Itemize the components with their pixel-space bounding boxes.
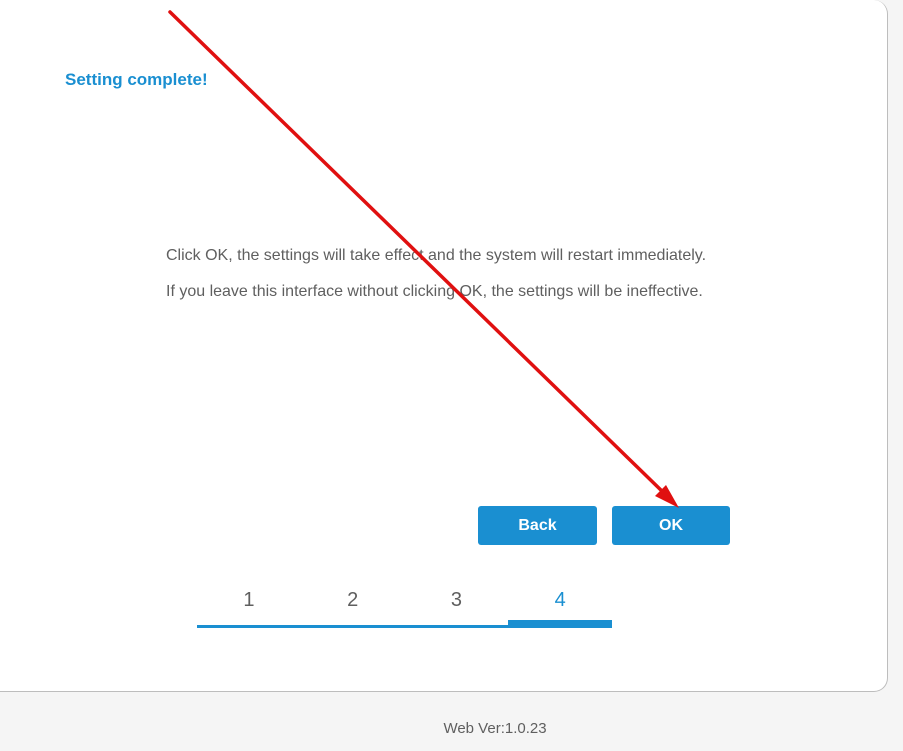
step-4-current: 4 <box>554 589 566 611</box>
step-3: 3 <box>450 589 462 611</box>
page-title: Setting complete! <box>65 70 208 89</box>
message-paragraph-warning: If you leave this interface without clic… <box>166 283 703 300</box>
setup-wizard-page: Setting complete! Click OK, the settings… <box>0 0 903 751</box>
back-button[interactable]: Back <box>478 506 597 545</box>
ok-button[interactable]: OK <box>612 506 730 545</box>
step-2: 2 <box>347 589 359 611</box>
message-paragraph-restart: Click OK, the settings will take effect … <box>166 247 707 264</box>
step-1: 1 <box>243 589 255 611</box>
completion-message: Click OK, the settings will take effect … <box>166 246 726 318</box>
stepper-active-indicator <box>508 620 612 628</box>
wizard-card: Setting complete! Click OK, the settings… <box>0 0 888 692</box>
web-version: Web Ver:1.0.23 <box>443 720 547 737</box>
wizard-stepper: 1 2 3 4 <box>197 585 612 630</box>
